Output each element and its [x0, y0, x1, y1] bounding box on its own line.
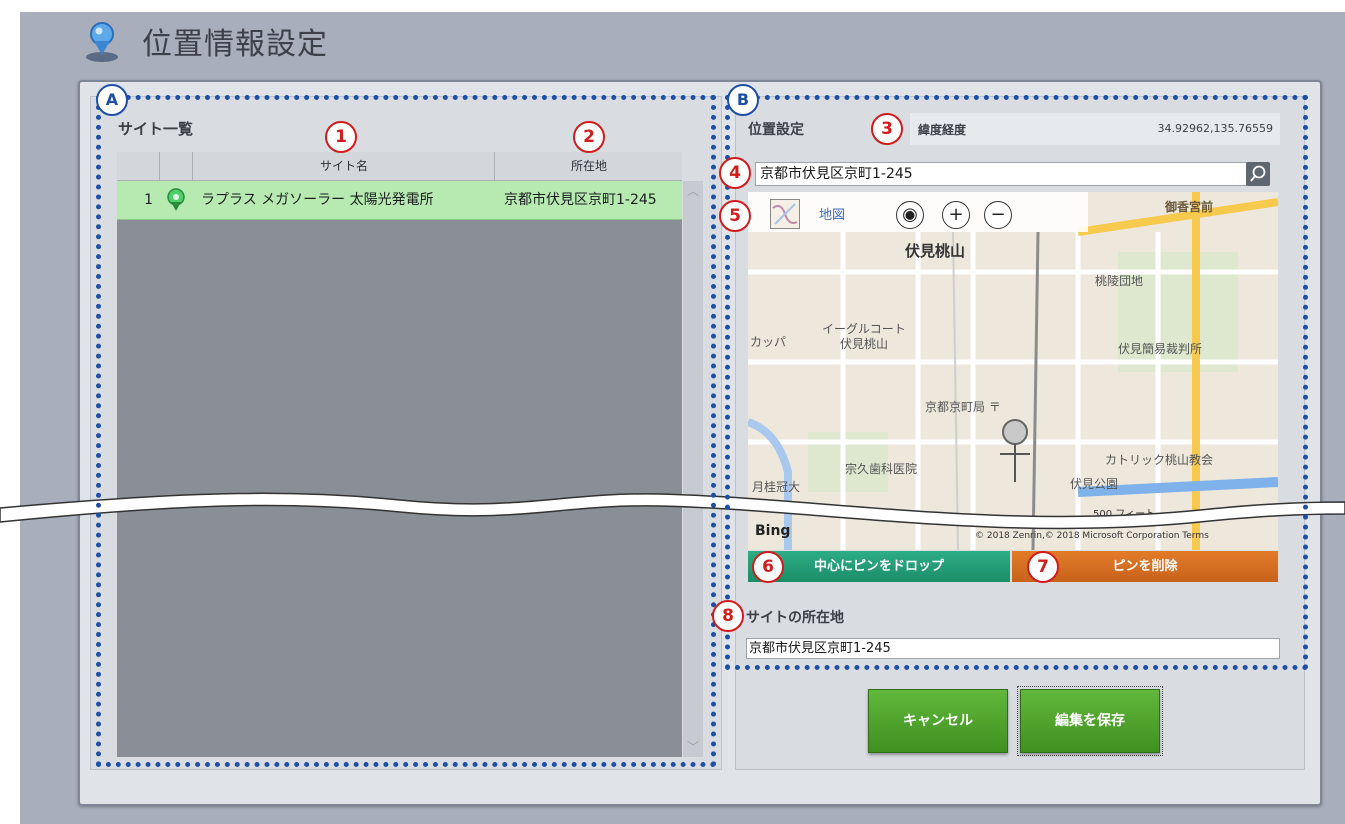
callout-4: 4 — [719, 157, 751, 189]
region-b-marker: B — [727, 84, 759, 116]
title-bar: 位置情報設定 — [80, 16, 328, 66]
callout-8: 8 — [712, 600, 744, 632]
cancel-button[interactable]: キャンセル — [868, 689, 1008, 753]
callout-1: 1 — [325, 121, 357, 153]
callout-7: 7 — [1027, 551, 1059, 583]
callout-5: 5 — [719, 200, 751, 232]
region-b-outline — [725, 95, 1308, 670]
callout-2: 2 — [573, 121, 605, 153]
region-a-outline — [96, 95, 716, 767]
callout-6: 6 — [752, 551, 784, 583]
location-pin-icon — [86, 22, 118, 62]
callout-3: 3 — [871, 113, 903, 145]
page-title: 位置情報設定 — [142, 27, 328, 62]
region-a-marker: A — [96, 84, 128, 116]
save-button[interactable]: 編集を保存 — [1017, 686, 1163, 756]
